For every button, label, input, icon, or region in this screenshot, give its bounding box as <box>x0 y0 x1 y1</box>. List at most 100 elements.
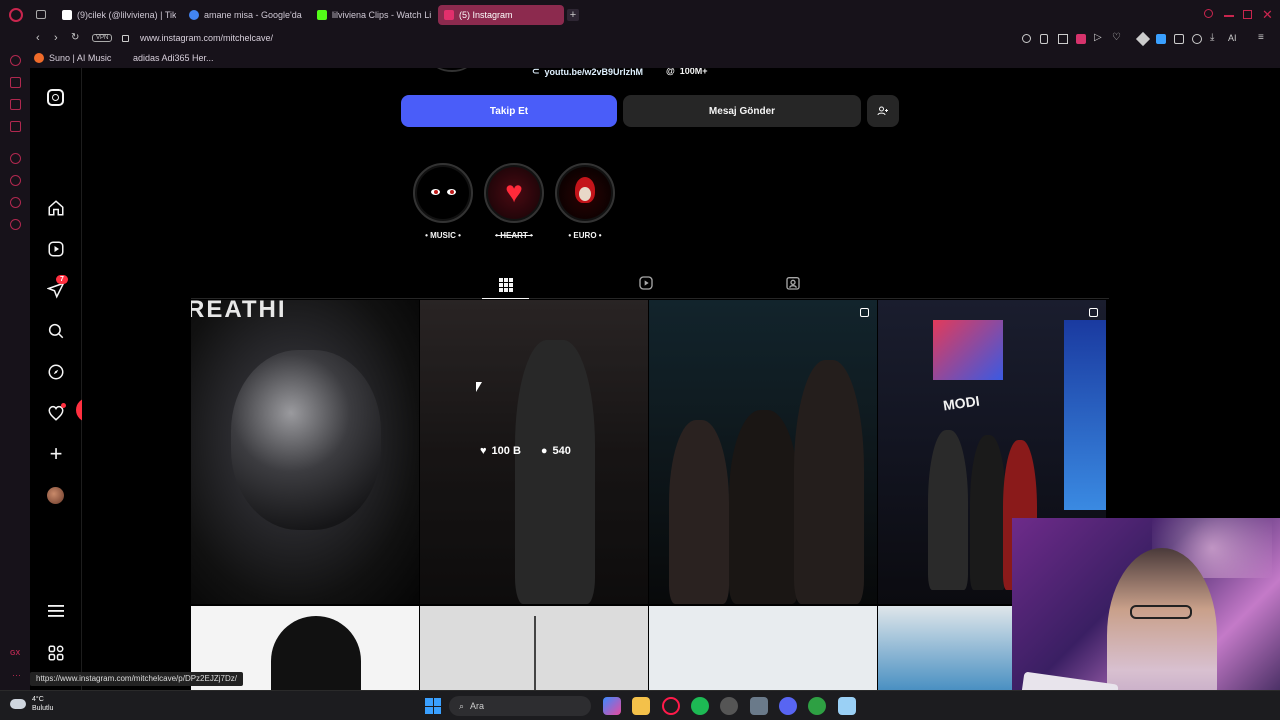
url-input[interactable]: www.instagram.com/mitchelcave/ <box>140 33 273 43</box>
sidebar-player-icon[interactable] <box>10 153 21 164</box>
instagram-logo-icon[interactable] <box>47 89 64 106</box>
create-icon[interactable]: + <box>46 441 66 466</box>
post-tile-1[interactable]: REATHI <box>191 300 419 604</box>
discord-icon[interactable] <box>779 697 797 715</box>
new-tab-button[interactable]: + <box>567 9 579 21</box>
avatar[interactable] <box>47 487 64 504</box>
more-menu-icon[interactable] <box>46 601 66 621</box>
post-pole <box>534 616 536 690</box>
post-tile-7[interactable] <box>649 606 877 690</box>
notepad-icon[interactable] <box>838 697 856 715</box>
reels-icon[interactable] <box>46 239 66 259</box>
pocket-icon[interactable] <box>1076 34 1086 44</box>
browser-tab-strip: (9)cilek (@lilviviena) | TikT amane misa… <box>0 0 1280 30</box>
windows-taskbar: 4°C Bulutlu ⌕ Ara <box>0 690 1280 720</box>
sidebar-messenger-icon[interactable] <box>10 55 21 66</box>
file-explorer-icon[interactable] <box>632 697 650 715</box>
ai-button[interactable]: AI <box>1228 33 1237 43</box>
app-green-icon[interactable] <box>808 697 826 715</box>
messages-icon[interactable]: 7 <box>46 275 68 300</box>
threads-badge[interactable]: @ 100M+ <box>666 68 708 76</box>
browser-tab-tiktok[interactable]: (9)cilek (@lilviviena) | TikT <box>56 5 176 25</box>
reload-icon[interactable]: ↻ <box>71 32 79 43</box>
menu-icon[interactable]: ≡ <box>1258 32 1264 43</box>
play-icon[interactable]: ▷ <box>1094 32 1102 43</box>
opera-gx-icon[interactable] <box>662 697 680 715</box>
extension-icon[interactable] <box>1135 31 1151 47</box>
taskbar-search[interactable]: ⌕ Ara <box>449 696 591 716</box>
post-figure <box>231 350 381 530</box>
cloud-icon <box>10 699 26 709</box>
zoom-icon[interactable] <box>1022 34 1031 43</box>
suno-icon <box>34 53 44 63</box>
bookmark-suno[interactable]: Suno | AI Music <box>34 53 111 63</box>
profile-icon[interactable] <box>1192 34 1202 44</box>
pin-icon[interactable] <box>1040 34 1048 44</box>
sidebar-gx-icon[interactable]: GX <box>10 650 20 657</box>
post-tile-3[interactable] <box>649 300 877 604</box>
address-bar: ‹ › ↻ VPN www.instagram.com/mitchelcave/… <box>0 30 1280 50</box>
highlight-music[interactable] <box>413 163 473 223</box>
browser-tab-instagram[interactable]: (5) Instagram <box>438 5 564 25</box>
download-icon[interactable]: ⤓ <box>1210 32 1214 43</box>
sidebar-settings-icon[interactable] <box>10 219 21 230</box>
also-from-meta-icon[interactable] <box>46 643 66 663</box>
sidebar-notes-icon[interactable] <box>10 99 21 110</box>
ai-label: AI <box>1228 33 1237 43</box>
tab-search-icon[interactable] <box>1204 9 1213 18</box>
notifications-icon[interactable] <box>46 403 66 423</box>
browser-tab-google[interactable]: amane misa - Google'da A <box>183 5 303 25</box>
weather-widget[interactable]: 4°C Bulutlu <box>10 695 53 713</box>
discord-ptb-icon[interactable] <box>750 697 768 715</box>
highlight-heart-cover: ♥ <box>488 167 540 219</box>
opera-logo-icon[interactable] <box>9 8 23 22</box>
sidebar-history-icon[interactable] <box>10 175 21 186</box>
back-icon[interactable]: ‹ <box>36 32 40 44</box>
highlight-euro[interactable] <box>555 163 615 223</box>
post-store-sign: MODI <box>942 392 981 414</box>
snapshot-icon[interactable] <box>1058 34 1068 44</box>
like-count: ♥ 100 B <box>480 445 521 457</box>
post-banner-text: REATHI <box>191 300 287 323</box>
forward-icon[interactable]: › <box>54 32 58 44</box>
comment-bubble-icon: ● <box>540 445 548 457</box>
sidebar-extensions-icon[interactable] <box>10 197 21 208</box>
comment-count: ● 540 <box>540 445 571 457</box>
vpn-badge[interactable]: VPN <box>92 34 113 42</box>
highlight-heart[interactable]: ♥ <box>484 163 544 223</box>
translate-icon[interactable] <box>1156 34 1166 44</box>
minimize-icon[interactable] <box>1224 15 1234 17</box>
close-window-icon[interactable]: ✕ <box>1262 7 1273 23</box>
profile-link[interactable]: ⊂ youtu.be/w2vB9UrIzhM <box>532 68 643 77</box>
instagram-nav: 7 ● 1 + <box>30 68 114 690</box>
home-icon[interactable] <box>46 198 66 218</box>
heart-icon[interactable]: ♡ <box>1112 32 1121 43</box>
browser-tab-kick[interactable]: lilviviena Clips - Watch Liv <box>311 5 431 25</box>
tab-tagged[interactable] <box>785 275 801 296</box>
sidebar-m-icon[interactable] <box>10 121 21 132</box>
sidebar-more-icon[interactable]: ⋯ <box>12 670 21 681</box>
search-icon[interactable] <box>46 321 66 341</box>
tab-posts[interactable] <box>482 271 529 299</box>
message-button[interactable]: Mesaj Gönder <box>623 95 861 127</box>
post-figure <box>794 360 864 604</box>
follow-button[interactable]: Takip Et <box>401 95 617 127</box>
sidebar-flow-icon[interactable] <box>10 77 21 88</box>
kick-icon <box>317 10 327 20</box>
puzzle-icon[interactable] <box>1174 34 1184 44</box>
google-icon <box>189 10 199 20</box>
explore-icon[interactable] <box>46 362 66 382</box>
lock-icon <box>122 35 129 42</box>
workspace-icon[interactable] <box>36 10 46 19</box>
copilot-icon[interactable] <box>603 697 621 715</box>
post-tile-2[interactable]: ♥ 100 B ● 540 <box>420 300 648 604</box>
tab-reels[interactable] <box>638 275 654 296</box>
post-tile-6[interactable] <box>420 606 648 690</box>
maximize-icon[interactable] <box>1243 10 1252 19</box>
spotify-icon[interactable] <box>691 697 709 715</box>
grid-icon <box>498 277 513 292</box>
windows-start-icon[interactable] <box>425 698 441 714</box>
bookmark-adidas[interactable]: adidas Adi365 Her... <box>133 53 214 63</box>
suggested-users-button[interactable] <box>867 95 899 127</box>
steam-icon[interactable] <box>720 697 738 715</box>
